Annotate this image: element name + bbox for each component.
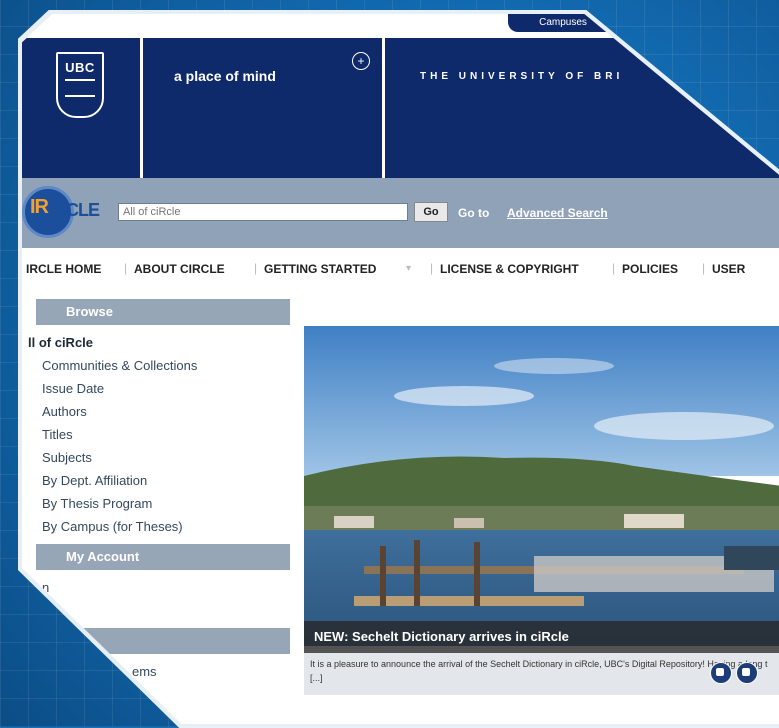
logo-cle-text: CLE xyxy=(66,200,100,220)
nav-item-policies[interactable]: POLICIES xyxy=(622,262,678,276)
sidebar-item-communities[interactable]: Communities & Collections xyxy=(22,354,290,377)
news-caption[interactable]: NEW: Sechelt Dictionary arrives in ciRcl… xyxy=(304,621,779,653)
nav-separator: | xyxy=(612,261,616,275)
sidebar-item-issue-date[interactable]: Issue Date xyxy=(22,377,290,400)
nav-item-home[interactable]: IRCLE HOME xyxy=(26,262,101,276)
university-name: THE UNIVERSITY OF BRI xyxy=(420,71,624,82)
nav-item-getting-started[interactable]: GETTING STARTED xyxy=(264,262,376,276)
sidebar-item-subjects[interactable]: Subjects xyxy=(22,446,290,469)
nav-item-about[interactable]: ABOUT CIRCLE xyxy=(134,262,225,276)
nav-separator: | xyxy=(254,261,258,275)
sidebar-item-thesis-program[interactable]: By Thesis Program xyxy=(22,492,290,515)
header-divider xyxy=(382,38,385,178)
tagline: a place of mind xyxy=(174,68,276,84)
expand-plus-icon[interactable]: + xyxy=(352,52,370,70)
sidebar-item-titles[interactable]: Titles xyxy=(22,423,290,446)
sidebar-item-dept[interactable]: By Dept. Affiliation xyxy=(22,469,290,492)
search-input[interactable] xyxy=(118,203,408,221)
crest-waves-icon xyxy=(65,79,95,97)
sidebar-item-login[interactable]: n xyxy=(22,576,290,599)
chevron-down-icon[interactable]: ▾ xyxy=(406,263,411,274)
nav-separator: | xyxy=(702,261,706,275)
news-blurb: It is a pleasure to announce the arrival… xyxy=(304,653,779,695)
nav-separator: | xyxy=(430,261,434,275)
sidebar-item-authors[interactable]: Authors xyxy=(22,400,290,423)
nav-item-user[interactable]: USER xyxy=(712,262,745,276)
nav-item-license[interactable]: LICENSE & COPYRIGHT xyxy=(440,262,579,276)
sidebar-item-campus[interactable]: By Campus (for Theses) xyxy=(22,515,290,538)
pause-icon[interactable] xyxy=(710,662,732,684)
previous-icon[interactable] xyxy=(736,662,758,684)
goto-label: Go to xyxy=(458,206,490,220)
main-nav: IRCLE HOME | ABOUT CIRCLE | GETTING STAR… xyxy=(22,258,779,282)
sidebar-item-all[interactable]: ll of ciRcle xyxy=(22,331,290,354)
crest-text: UBC xyxy=(65,60,95,75)
circle-homepage: Campuses UBC a place of mind + THE UNIVE… xyxy=(22,14,779,724)
header-divider xyxy=(140,38,143,178)
browse-heading: Browse xyxy=(36,299,290,325)
sechelt-harbour-photo xyxy=(304,326,779,646)
logo-ir-text: IR xyxy=(30,196,49,218)
browse-list: ll of ciRcle Communities & Collections I… xyxy=(22,331,290,538)
go-button[interactable]: Go xyxy=(414,202,448,222)
search-band: IR CLE Go Go to Advanced Search xyxy=(22,178,779,248)
ubc-crest-logo[interactable]: UBC xyxy=(56,52,104,118)
advanced-search-link[interactable]: Advanced Search xyxy=(507,206,608,220)
nav-separator: | xyxy=(124,261,128,275)
featured-news-slider[interactable]: NEW: Sechelt Dictionary arrives in ciRcl… xyxy=(304,326,779,696)
browser-screenshot-frame: Campuses UBC a place of mind + THE UNIVE… xyxy=(22,14,779,724)
my-account-heading: My Account xyxy=(36,544,290,570)
